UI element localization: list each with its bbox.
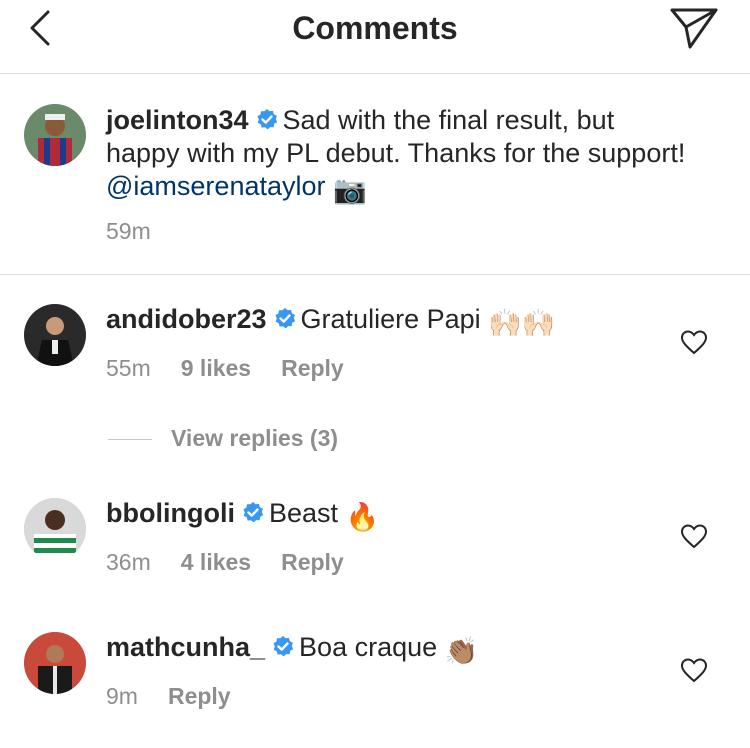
comment-text: bbolingoli Beast 🔥 <box>106 497 686 534</box>
comment-username[interactable]: mathcunha_ <box>106 632 265 662</box>
comment-meta: 9m Reply <box>106 683 261 710</box>
heart-outline-icon[interactable] <box>680 329 708 355</box>
comment-username[interactable]: bbolingoli <box>106 498 235 528</box>
reply-button[interactable]: Reply <box>281 355 344 381</box>
fire-emoji: 🔥 <box>345 502 380 532</box>
avatar-image <box>24 632 86 694</box>
reply-button[interactable]: Reply <box>281 549 344 575</box>
comment-body: Gratuliere Papi <box>300 304 481 334</box>
comment-item: bbolingoli Beast 🔥 36m 4 likes Reply <box>0 470 750 600</box>
caption-username[interactable]: joelinton34 <box>106 105 249 135</box>
comment-time: 9m <box>106 683 138 709</box>
share-button[interactable] <box>668 5 720 51</box>
reply-button[interactable]: Reply <box>168 683 231 709</box>
verified-badge-icon <box>274 308 295 329</box>
verified-badge-icon <box>256 109 277 130</box>
comment-time: 36m <box>106 549 151 575</box>
paper-plane-icon <box>670 8 718 49</box>
heart-outline-icon[interactable] <box>680 523 708 549</box>
comment-likes[interactable]: 9 likes <box>181 355 251 381</box>
comment-time: 55m <box>106 355 151 381</box>
caption-time: 59m <box>106 218 151 244</box>
verified-badge-icon <box>273 636 294 657</box>
caption-mention[interactable]: @iamserenataylor <box>106 171 326 201</box>
header-bar: Comments <box>0 0 750 74</box>
comment-body: Beast <box>268 498 339 528</box>
avatar[interactable] <box>24 498 86 560</box>
avatar[interactable] <box>24 304 86 366</box>
avatar-image <box>24 304 86 366</box>
raising-hands-emoji: 🙌🏻🙌🏻 <box>488 308 556 338</box>
comment-meta: 36m 4 likes Reply <box>106 549 374 576</box>
camera-emoji: 📷 <box>333 175 367 205</box>
post-caption: joelinton34 Sad with the final result, bu… <box>0 74 750 275</box>
verified-badge-icon <box>243 502 264 523</box>
comment-likes[interactable]: 4 likes <box>181 549 251 575</box>
view-replies-label: View replies (3) <box>171 425 339 451</box>
comment-text: mathcunha_ Boa craque 👏🏽 <box>106 631 686 668</box>
avatar[interactable] <box>24 104 86 166</box>
caption-meta: 59m <box>106 218 181 245</box>
avatar[interactable] <box>24 632 86 694</box>
comment-meta: 55m 9 likes Reply <box>106 355 374 382</box>
heart-outline-icon[interactable] <box>680 657 708 683</box>
comment-body: Boa craque <box>299 632 438 662</box>
comment-username[interactable]: andidober23 <box>106 304 267 334</box>
clapping-emoji: 👏🏽 <box>444 636 479 666</box>
caption-text: joelinton34 Sad with the final result, bu… <box>106 104 686 207</box>
avatar-image <box>24 104 86 166</box>
view-replies-divider <box>108 439 152 440</box>
avatar-image <box>24 498 86 560</box>
comment-item: andidober23 Gratuliere Papi 🙌🏻🙌🏻 55m 9 lik… <box>0 275 750 475</box>
page-title: Comments <box>292 10 458 46</box>
comment-item: mathcunha_ Boa craque 👏🏽 9m Reply <box>0 604 750 744</box>
comment-text: andidober23 Gratuliere Papi 🙌🏻🙌🏻 <box>106 303 686 340</box>
